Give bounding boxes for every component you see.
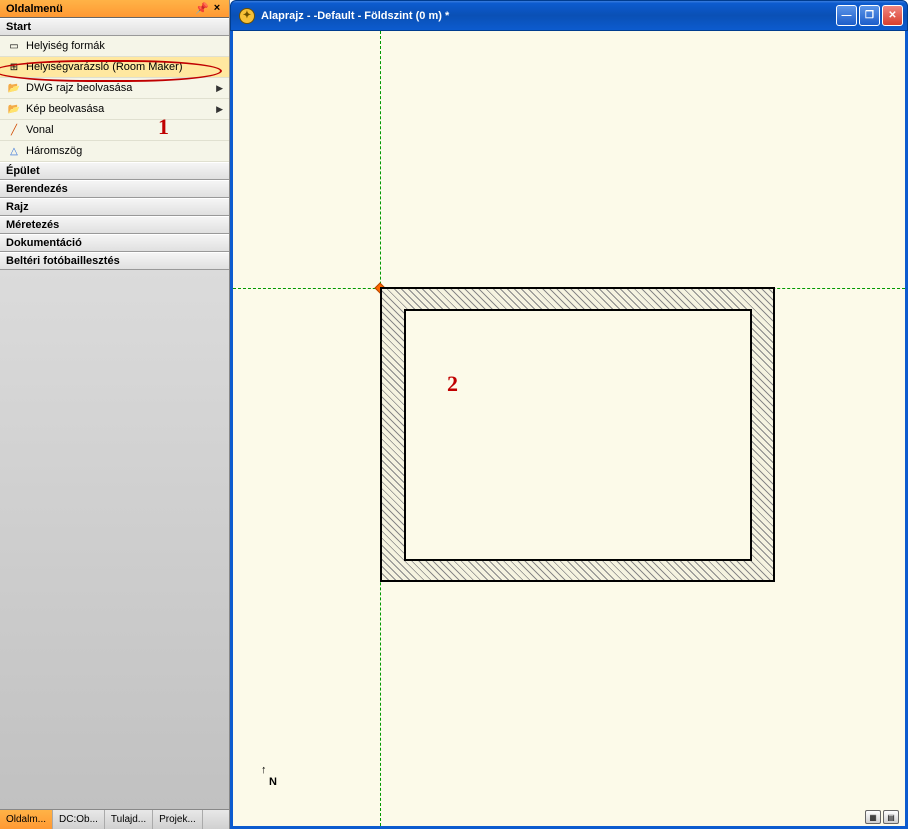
sidebar-item-label: Kép beolvasása [26,103,104,115]
sidebar-content: Start ▭ Helyiség formák ⊞ Helyiségvarázs… [0,18,229,809]
sidebar-item-triangle[interactable]: △ Háromszög [0,141,229,162]
sidebar-title-controls: 📌 × [195,2,223,15]
sidebar-bottom-tabs: Oldalm... DC:Ob... Tulajd... Projek... [0,809,229,829]
room-shapes-icon: ▭ [6,38,22,54]
sidebar-title-text: Oldalmenü [6,3,63,15]
sidebar-item-label: Helyiség formák [26,40,105,52]
sidebar-item-image-import[interactable]: 📂 Kép beolvasása ▶ [0,99,229,120]
close-icon[interactable]: × [211,2,223,15]
section-header-berendezes[interactable]: Berendezés [0,180,229,198]
sidebar-item-line[interactable]: ╱ Vonal [0,120,229,141]
maximize-button[interactable]: ❐ [859,5,880,26]
document-titlebar: ✦ Alaprajz - -Default - Földszint (0 m) … [230,0,908,31]
window-controls: — ❐ ✕ [836,5,903,26]
room-interior[interactable] [404,309,752,561]
room-maker-icon: ⊞ [6,59,22,75]
sidebar-item-label: DWG rajz beolvasása [26,82,132,94]
north-arrow: ↑ N [261,764,277,788]
sidebar-item-room-shapes[interactable]: ▭ Helyiség formák [0,36,229,57]
chevron-right-icon: ▶ [216,83,223,94]
triangle-icon: △ [6,143,22,159]
bottom-tab-oldalmenu[interactable]: Oldalm... [0,810,53,829]
sidebar-item-dwg-import[interactable]: 📂 DWG rajz beolvasása ▶ [0,78,229,99]
document-icon: ✦ [239,8,255,24]
status-bar-icons: ▦ ▤ [865,810,899,824]
main-document-area: ✦ Alaprajz - -Default - Földszint (0 m) … [230,0,908,829]
north-label: N [269,776,277,788]
drawing-canvas[interactable]: 2 ↑ N ▦ ▤ [233,31,905,826]
sidebar-panel: Oldalmenü 📌 × Start ▭ Helyiség formák ⊞ … [0,0,230,829]
section-header-start[interactable]: Start [0,18,229,36]
document-title-text: Alaprajz - -Default - Földszint (0 m) * [261,10,449,22]
bottom-tab-dcob[interactable]: DC:Ob... [53,810,105,829]
section-header-belteri[interactable]: Beltéri fotóbaillesztés [0,252,229,270]
minimize-button[interactable]: — [836,5,857,26]
north-arrow-glyph: ↑ [261,764,277,776]
section-items-start: ▭ Helyiség formák ⊞ Helyiségvarázsló (Ro… [0,36,229,162]
sidebar-item-label: Helyiségvarázsló (Room Maker) [26,61,183,73]
view-toggle-1-icon[interactable]: ▦ [865,810,881,824]
pin-icon[interactable]: 📌 [195,2,207,15]
line-icon: ╱ [6,122,22,138]
sidebar-item-label: Vonal [26,124,54,136]
sidebar-item-label: Háromszög [26,145,82,157]
section-header-rajz[interactable]: Rajz [0,198,229,216]
close-button[interactable]: ✕ [882,5,903,26]
chevron-right-icon: ▶ [216,104,223,115]
section-header-epulet[interactable]: Épület [0,162,229,180]
image-import-icon: 📂 [6,101,22,117]
dwg-import-icon: 📂 [6,80,22,96]
bottom-tab-projek[interactable]: Projek... [153,810,203,829]
sidebar-item-room-maker[interactable]: ⊞ Helyiségvarázsló (Room Maker) [0,57,229,78]
view-toggle-2-icon[interactable]: ▤ [883,810,899,824]
bottom-tab-tulajd[interactable]: Tulajd... [105,810,153,829]
section-header-dokumentacio[interactable]: Dokumentáció [0,234,229,252]
section-header-meretezes[interactable]: Méretezés [0,216,229,234]
drawing-canvas-wrap: 2 ↑ N ▦ ▤ [230,31,908,829]
sidebar-title-bar: Oldalmenü 📌 × [0,0,229,18]
